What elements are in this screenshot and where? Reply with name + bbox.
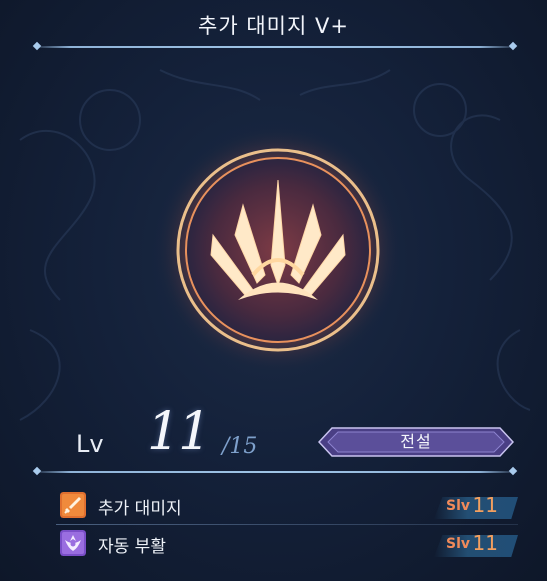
fire-emblem-icon — [154, 126, 402, 374]
skill-level-label: Slv — [445, 498, 470, 514]
skill-level-value: 11 — [472, 531, 498, 555]
sword-icon — [60, 492, 86, 518]
skill-level-label: Slv — [445, 536, 470, 552]
skill-name: 추가 대미지 — [98, 499, 182, 519]
page-title: 추가 대미지 V+ — [198, 14, 349, 38]
rarity-label: 전설 — [400, 432, 432, 451]
level-divider — [32, 471, 518, 473]
title-divider — [32, 46, 518, 48]
level-max: /15 — [222, 434, 258, 459]
row-divider — [56, 524, 518, 525]
skill-name: 자동 부활 — [98, 537, 166, 557]
skill-row-extra-damage[interactable]: 추가 대미지 Slv 11 — [56, 491, 518, 525]
skill-row-auto-revive[interactable]: 자동 부활 Slv 11 — [56, 529, 518, 559]
skill-level-value: 11 — [472, 493, 498, 517]
rarity-badge: 전설 — [318, 427, 514, 457]
revive-icon — [60, 530, 86, 556]
level-label: Lv — [76, 430, 104, 458]
level-value: 11 — [147, 402, 211, 462]
